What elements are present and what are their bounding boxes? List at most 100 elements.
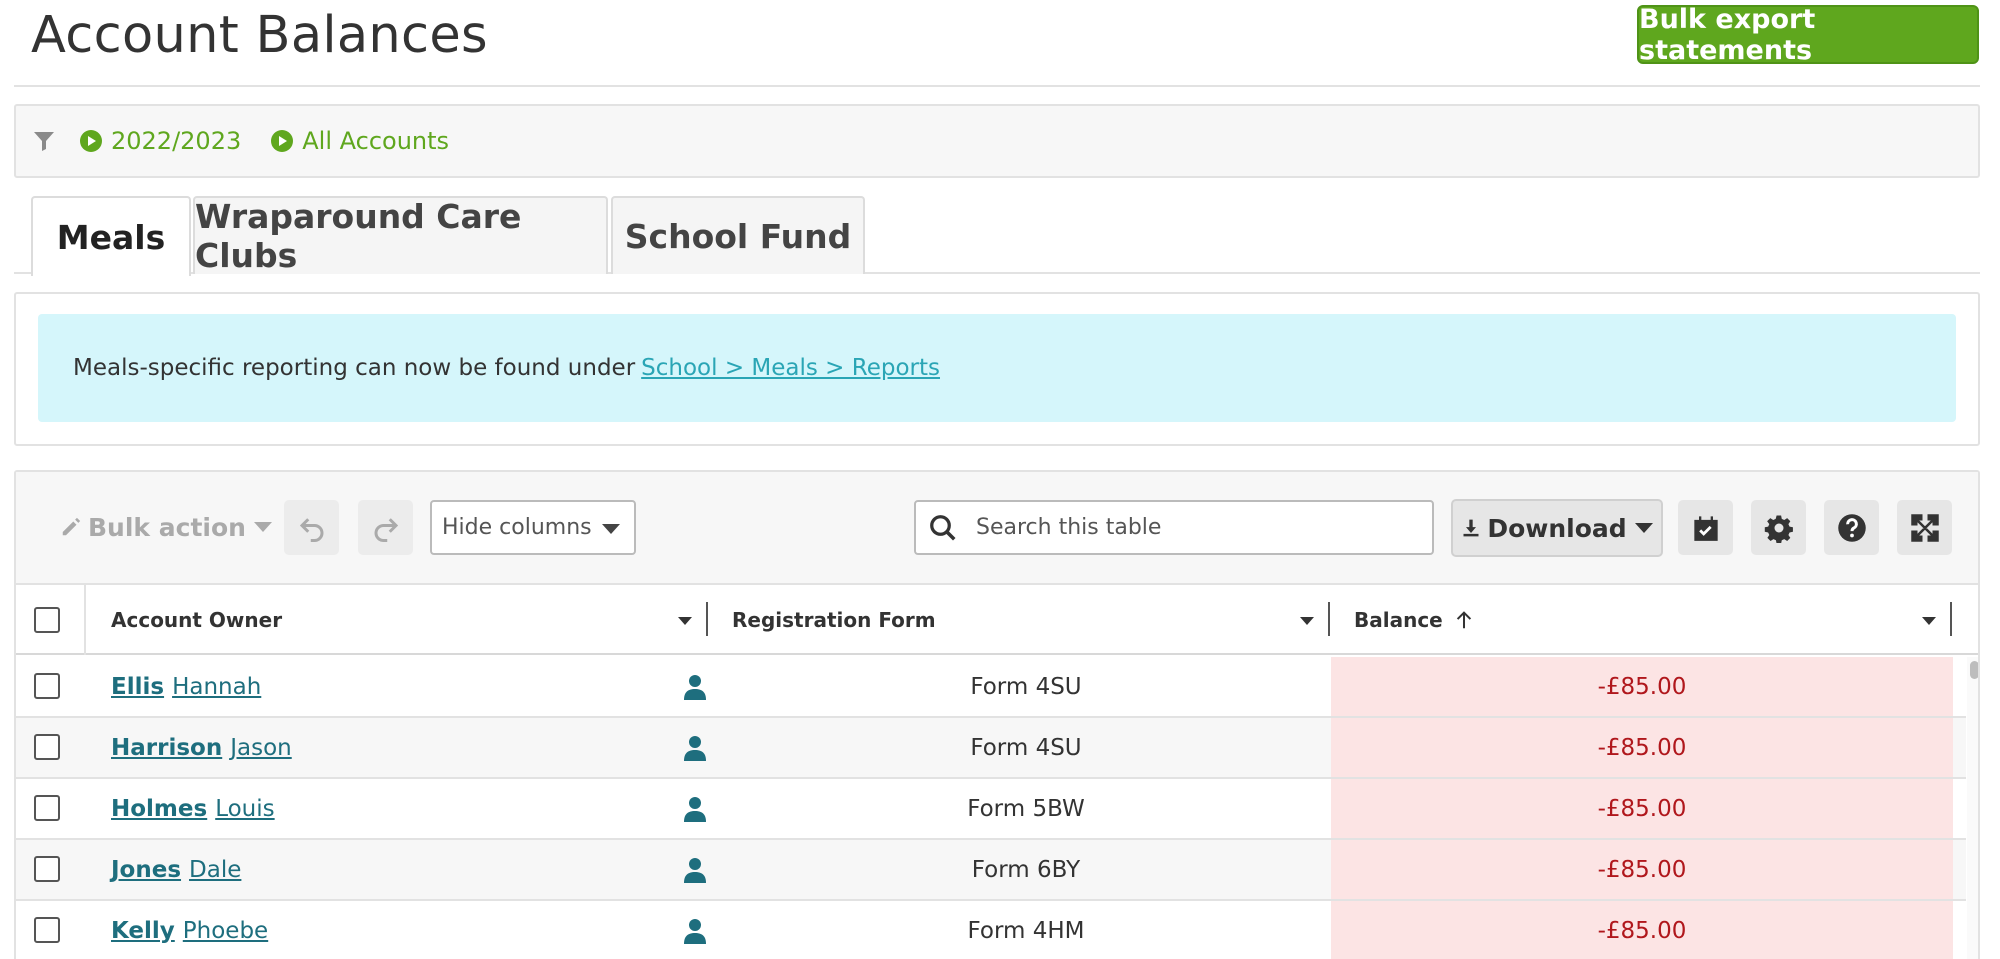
account-owner-link[interactable]: Ellis Hannah [111,657,261,717]
filter-funnel-icon[interactable] [32,129,56,153]
person-icon[interactable] [684,796,706,822]
download-icon [1463,519,1479,537]
hide-columns-select[interactable]: Hide columns [430,500,636,555]
owner-last-name: Ellis [111,674,165,700]
bulk-action-label: Bulk action [88,512,246,542]
row-checkbox[interactable] [34,856,60,882]
column-header-form[interactable]: Registration Form [732,585,936,655]
table-header: Account Owner Registration Form Balance [16,585,1978,655]
table-row: Ellis Hannah Form 4SU -£85.00 [16,657,1966,718]
owner-first-name: Hannah [172,674,262,700]
row-checkbox[interactable] [34,795,60,821]
settings-button[interactable] [1751,500,1806,555]
tab-meals[interactable]: Meals [31,196,191,276]
bulk-action-dropdown[interactable]: Bulk action [60,500,272,554]
scrollbar-thumb[interactable] [1970,661,1978,679]
expand-icon [1910,513,1939,542]
account-owner-link[interactable]: Jones Dale [111,840,241,900]
undo-button[interactable] [284,500,339,555]
column-header-balance[interactable]: Balance [1354,585,1475,655]
download-dropdown[interactable]: Download [1451,499,1663,557]
calendar-check-icon [1693,515,1718,541]
filter-year[interactable]: 2022/2023 [80,127,241,155]
column-resize-handle[interactable] [1328,602,1330,636]
table-panel: Bulk action Hide columns Download [14,470,1980,959]
person-icon[interactable] [684,674,706,700]
search-icon [930,514,956,540]
registration-form-cell: Form 6BY [971,857,1081,883]
fullscreen-button[interactable] [1897,500,1952,555]
table-row: Kelly Phoebe Form 4HM -£85.00 [16,901,1966,959]
balance-cell: -£85.00 [1331,779,1953,838]
title-divider [14,85,1980,87]
table-row: Holmes Louis Form 5BW -£85.00 [16,779,1966,840]
filter-year-label: 2022/2023 [111,127,242,155]
registration-form-cell: Form 4SU [970,735,1082,761]
table-search [914,500,1434,555]
owner-first-name: Louis [215,796,275,822]
bulk-export-statements-button[interactable]: Bulk export statements [1637,4,1979,66]
gear-icon [1764,514,1793,543]
download-label: Download [1487,513,1627,543]
row-checkbox[interactable] [34,673,60,699]
owner-first-name: Dale [189,857,242,883]
person-icon[interactable] [684,857,706,883]
column-resize-handle[interactable] [1950,602,1952,636]
pencil-icon [62,517,81,536]
checkbox-column-divider [84,585,86,655]
redo-icon [374,517,398,542]
hide-columns-label: Hide columns [442,515,592,540]
table-row: Harrison Jason Form 4SU -£85.00 [16,718,1966,779]
balance-cell: -£85.00 [1331,657,1953,716]
filter-bar: 2022/2023 All Accounts [14,104,1980,178]
search-input[interactable] [976,515,1416,540]
question-circle-icon [1837,513,1866,542]
filter-accounts[interactable]: All Accounts [271,127,449,155]
select-all-cell [34,585,60,655]
form-filter-caret-icon[interactable] [1300,617,1314,625]
play-circle-icon [271,130,294,152]
owner-last-name: Holmes [111,796,208,822]
help-button[interactable] [1824,500,1879,555]
balance-cell: -£85.00 [1331,840,1953,899]
person-icon[interactable] [684,735,706,761]
column-resize-handle[interactable] [706,602,708,636]
tab-bar: Meals Wraparound Care Clubs School Fund [14,196,1980,276]
column-header-owner[interactable]: Account Owner [111,585,282,655]
account-owner-link[interactable]: Harrison Jason [111,718,292,778]
sort-ascending-arrow-icon [1456,611,1471,629]
table-row: Jones Dale Form 6BY -£85.00 [16,840,1966,901]
owner-last-name: Harrison [111,735,223,761]
tab-wraparound-care-clubs[interactable]: Wraparound Care Clubs [193,196,608,275]
owner-first-name: Phoebe [182,918,269,944]
table-toolbar: Bulk action Hide columns Download [16,472,1978,585]
account-owner-link[interactable]: Kelly Phoebe [111,901,268,959]
select-all-checkbox[interactable] [34,607,60,633]
person-icon[interactable] [684,918,706,944]
page-title: Account Balances [31,6,488,65]
info-notice: Meals-specific reporting can now be foun… [38,314,1956,422]
balance-cell: -£85.00 [1331,901,1953,959]
notice-reports-link[interactable]: School > Meals > Reports [641,355,940,381]
row-checkbox[interactable] [34,917,60,943]
redo-button[interactable] [358,500,413,555]
caret-down-icon [1634,523,1653,533]
owner-last-name: Jones [111,857,182,883]
balance-header-label: Balance [1354,608,1443,632]
registration-form-cell: Form 5BW [967,796,1085,822]
caret-down-icon [602,524,620,534]
tab-school-fund[interactable]: School Fund [611,196,865,274]
balance-filter-caret-icon[interactable] [1922,617,1936,625]
owner-filter-caret-icon[interactable] [678,617,692,625]
registration-form-cell: Form 4SU [970,674,1082,700]
undo-icon [299,517,323,542]
play-circle-icon [80,130,102,152]
select-actions-button[interactable] [1678,500,1733,555]
owner-last-name: Kelly [111,918,175,944]
table-scrollbar[interactable] [1967,657,1978,959]
notice-text: Meals-specific reporting can now be foun… [73,355,636,381]
balance-cell: -£85.00 [1331,718,1953,777]
account-owner-link[interactable]: Holmes Louis [111,779,275,839]
caret-down-icon [253,522,272,532]
row-checkbox[interactable] [34,734,60,760]
